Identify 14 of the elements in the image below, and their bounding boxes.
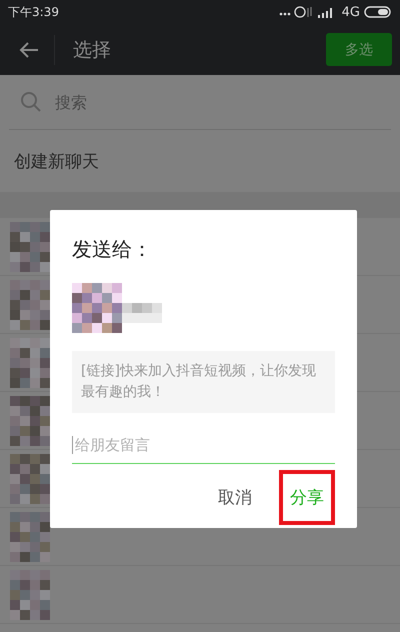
network-label: 4G <box>342 4 360 20</box>
more-dots-icon <box>279 12 290 16</box>
multi-select-button[interactable]: 多选 <box>326 33 392 66</box>
dialog-title: 发送给： <box>72 236 153 263</box>
status-time: 下午3:39 <box>8 4 59 20</box>
search-icon <box>19 90 43 114</box>
signal-icon <box>318 8 332 18</box>
back-icon[interactable] <box>18 40 40 58</box>
link-message: [链接]快来加入抖音短视频，让你发现最有趣的我！ <box>72 351 335 413</box>
cancel-button[interactable]: 取消 <box>207 470 263 525</box>
new-chat-item[interactable]: 创建新聊天 <box>0 130 400 192</box>
battery-icon <box>364 5 392 19</box>
page-title: 选择 <box>73 38 111 62</box>
share-button[interactable]: 分享 <box>279 470 335 525</box>
